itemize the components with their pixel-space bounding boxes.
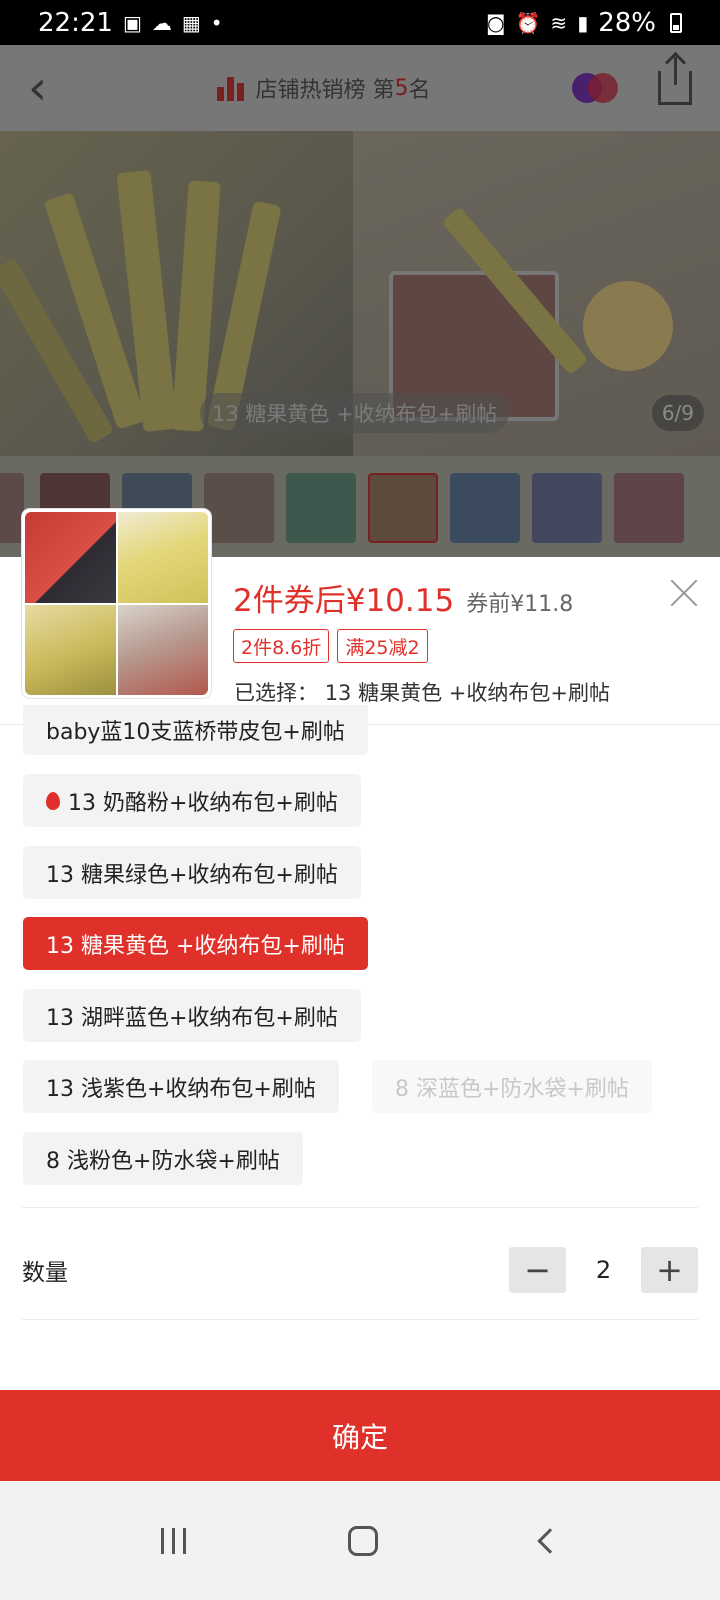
- option-label: 13 湖畔蓝色+收纳布包+刷帖: [46, 1005, 338, 1031]
- rank-text: 店铺热销榜 第: [255, 78, 395, 103]
- quantity-row: 数量 − 2 +: [22, 1240, 698, 1300]
- cloud-icon: ☁: [151, 10, 172, 35]
- fire-icon: [46, 791, 60, 810]
- sku-preview-image[interactable]: [22, 509, 211, 698]
- promo-tag: 满25减2: [337, 629, 428, 663]
- nfc-icon: ◙: [486, 10, 506, 35]
- back-nav-icon[interactable]: [537, 1527, 563, 1554]
- quantity-value[interactable]: 2: [566, 1256, 641, 1284]
- quantity-stepper: − 2 +: [509, 1247, 698, 1293]
- image-counter: 6/9: [651, 395, 704, 431]
- dot-icon: •: [210, 10, 223, 35]
- thumbnail[interactable]: [0, 473, 24, 543]
- battery-icon: [670, 12, 682, 33]
- home-icon[interactable]: [348, 1525, 379, 1556]
- thumbnail[interactable]: [450, 473, 520, 543]
- close-icon[interactable]: [668, 577, 700, 609]
- variant-option[interactable]: 13 湖畔蓝色+收纳布包+刷帖: [23, 989, 361, 1042]
- coupon-price: 2件券后¥10.15: [233, 583, 455, 619]
- image-caption: 13 糖果黄色 +收纳布包+刷帖: [200, 393, 510, 433]
- alarm-icon: ⏰: [515, 10, 541, 35]
- thumbnail[interactable]: [532, 473, 602, 543]
- brand-logo-icon[interactable]: [571, 73, 618, 103]
- option-label: 8 深蓝色+防水袋+刷帖: [395, 1076, 629, 1102]
- pre-coupon-price: 券前¥11.8: [466, 592, 574, 617]
- promo-tag: 2件8.6折: [233, 629, 330, 663]
- thumbnail[interactable]: [204, 473, 274, 543]
- confirm-button[interactable]: 确定: [0, 1390, 720, 1481]
- selected-value: 13 糖果黄色 +收纳布包+刷帖: [324, 681, 610, 705]
- selected-prefix: 已选择：: [234, 681, 318, 705]
- rank-number: 5: [394, 75, 409, 101]
- top-nav: ‹ 店铺热销榜 第5名: [0, 45, 720, 131]
- variant-option[interactable]: 13 奶酪粉+收纳布包+刷帖: [23, 774, 361, 827]
- recent-apps-icon[interactable]: [161, 1527, 187, 1554]
- option-label: 13 浅紫色+收纳布包+刷帖: [46, 1076, 316, 1102]
- promo-tags: 2件8.6折 满25减2: [233, 629, 428, 663]
- variant-option-selected[interactable]: 13 糖果黄色 +收纳布包+刷帖: [23, 917, 368, 970]
- store-rank-badge[interactable]: 店铺热销榜 第5名: [217, 72, 431, 104]
- selected-variant: 已选择： 13 糖果黄色 +收纳布包+刷帖: [234, 677, 610, 707]
- rank-bars-icon: [217, 75, 245, 101]
- quantity-label: 数量: [22, 1260, 68, 1286]
- wifi-icon: ≋: [550, 10, 568, 35]
- divider: [22, 1207, 698, 1208]
- battery-percent: 28%: [598, 7, 656, 38]
- back-icon[interactable]: ‹: [28, 64, 76, 112]
- variant-option-disabled: 8 深蓝色+防水袋+刷帖: [372, 1060, 652, 1113]
- image-icon: ▣: [122, 10, 142, 35]
- divider: [22, 1319, 698, 1320]
- signal-icon: ▮: [577, 10, 589, 35]
- option-label: 8 浅粉色+防水袋+刷帖: [46, 1148, 280, 1174]
- variant-option[interactable]: baby蓝10支蓝桥带皮包+刷帖: [23, 705, 368, 755]
- system-nav-bar: [0, 1481, 720, 1600]
- calendar-icon: ▦: [181, 10, 201, 35]
- status-bar: 22:21 ▣ ☁ ▦ • ◙ ⏰ ≋ ▮ 28%: [0, 0, 720, 45]
- thumbnail[interactable]: [614, 473, 684, 543]
- variant-option[interactable]: 8 浅粉色+防水袋+刷帖: [23, 1132, 303, 1185]
- thumbnail[interactable]: [286, 473, 356, 543]
- price-block: 2件券后¥10.15 券前¥11.8: [233, 575, 573, 620]
- sku-bottom-sheet: 2件券后¥10.15 券前¥11.8 2件8.6折 满25减2 已选择： 13 …: [0, 509, 720, 1510]
- option-label: 13 糖果黄色 +收纳布包+刷帖: [46, 933, 345, 959]
- status-time: 22:21: [38, 7, 113, 38]
- thumbnail-selected[interactable]: [368, 473, 438, 543]
- variant-option[interactable]: 13 浅紫色+收纳布包+刷帖: [23, 1060, 339, 1113]
- option-label: baby蓝10支蓝桥带皮包+刷帖: [46, 720, 345, 745]
- share-icon[interactable]: [657, 57, 692, 105]
- increase-button[interactable]: +: [641, 1247, 698, 1293]
- product-page-overlay[interactable]: ‹ 店铺热销榜 第5名 13 糖果黄色 +收纳布包+刷帖 6/9: [0, 45, 720, 557]
- option-label: 13 奶酪粉+收纳布包+刷帖: [68, 790, 338, 816]
- rank-suffix: 名: [408, 78, 431, 103]
- option-label: 13 糖果绿色+收纳布包+刷帖: [46, 862, 338, 888]
- variant-option[interactable]: 13 糖果绿色+收纳布包+刷帖: [23, 846, 361, 899]
- decrease-button[interactable]: −: [509, 1247, 566, 1293]
- sku-header: 2件券后¥10.15 券前¥11.8 2件8.6折 满25减2 已选择： 13 …: [0, 509, 720, 725]
